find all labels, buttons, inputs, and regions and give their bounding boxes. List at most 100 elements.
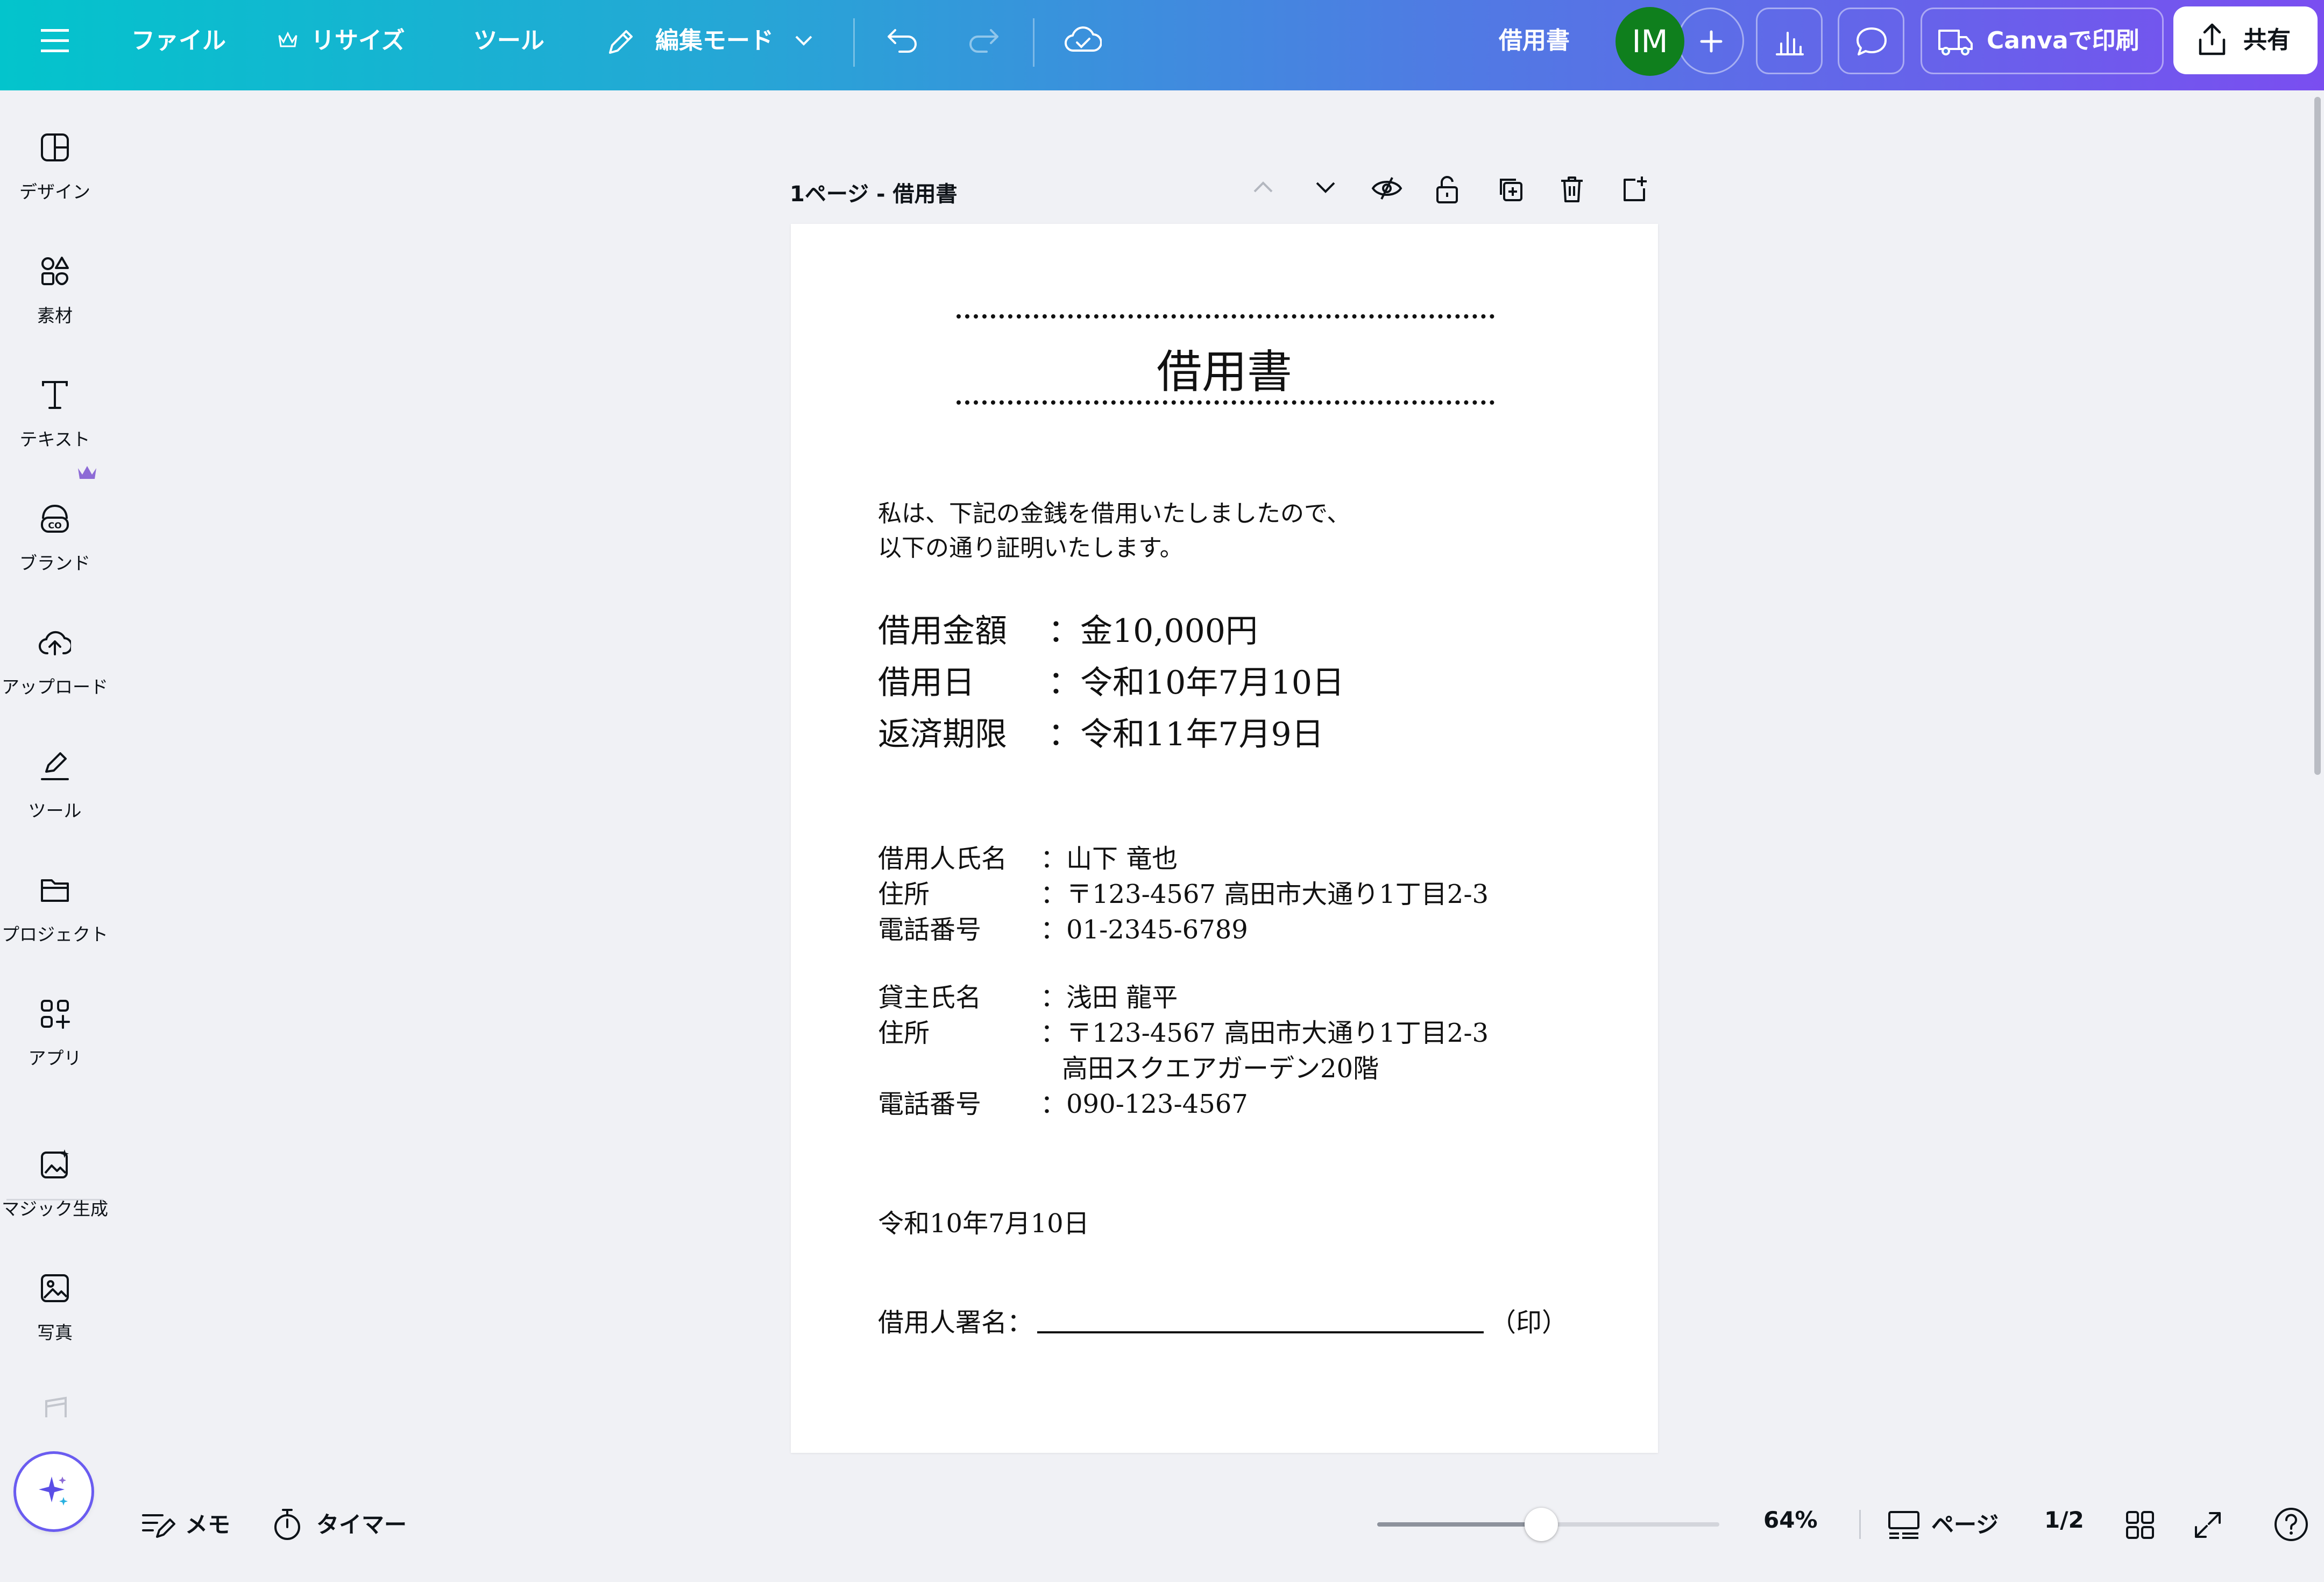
vertical-scrollbar[interactable] [2314,97,2321,775]
sidebar-item-projects[interactable]: プロジェクト [0,874,110,992]
lender-name-label[interactable]: 貸主氏名 [878,976,981,1014]
sidebar-item-elements[interactable]: 素材 [0,255,110,373]
design-icon [41,133,69,161]
magic-media-icon [41,1149,69,1178]
music-icon[interactable] [42,1396,70,1417]
toolbar-divider [1033,18,1035,67]
title-top-border [956,314,1494,319]
document-title[interactable]: 借用書 [1499,0,1570,82]
loan-date-label[interactable]: 借用日 [878,656,975,703]
lender-name-value[interactable]: ：浅田 龍平 [1040,976,1178,1014]
edit-mode-menu[interactable]: 編集モード [655,0,774,82]
seal-label[interactable]: （印） [1490,1301,1568,1339]
chevron-down-icon[interactable] [793,33,814,48]
timer-icon[interactable] [271,1508,303,1541]
lock-icon[interactable] [1434,175,1460,203]
intro-text-line[interactable]: 以下の通り証明いたします。 [878,528,1184,563]
share-upload-icon [2199,23,2226,55]
elements-icon [41,257,69,286]
grid-view-icon[interactable] [2125,1510,2155,1540]
print-label: Canvaで印刷 [1987,27,2139,54]
page-view-icon [1888,1511,1919,1539]
sidebar-item-label: アプリ [28,1048,82,1069]
sidebar-item-design[interactable]: デザイン [0,131,110,250]
zoom-slider-handle[interactable] [1525,1508,1558,1541]
lender-address-value[interactable]: ：〒123-4567 高田市大通り1丁目2-3 [1040,1012,1489,1049]
comments-button[interactable] [1838,8,1904,74]
loan-date-value[interactable]: ：令和10年7月10日 [1048,656,1344,703]
help-icon[interactable] [2273,1507,2309,1542]
document-title-heading[interactable]: 借用書 [791,336,1658,401]
repayment-deadline-value[interactable]: ：令和11年7月9日 [1048,708,1324,755]
folder-icon [41,879,69,902]
sidebar-item-label: 素材 [37,305,73,326]
lender-phone-value[interactable]: ：090-123-4567 [1040,1083,1248,1120]
sidebar-item-apps[interactable]: アプリ [0,998,110,1116]
duplicate-page-icon[interactable] [1497,175,1525,203]
file-menu[interactable]: ファイル [131,0,226,82]
tools-menu[interactable]: ツール [473,0,544,82]
document-date[interactable]: 令和10年7月10日 [878,1202,1089,1240]
notes-icon[interactable] [141,1510,176,1540]
brand-icon: CO [41,504,69,533]
sparkle-icon [39,1477,68,1506]
sidebar-item-label: ブランド [19,553,90,574]
insights-button[interactable] [1756,8,1823,74]
upload-icon [39,631,71,655]
loan-amount-value[interactable]: ：金10,000円 [1048,605,1258,652]
zoom-level[interactable]: 64% [1763,1507,1818,1533]
bar-chart-icon [1776,32,1804,55]
sidebar-item-magic-media[interactable]: マジック生成 [0,1148,110,1267]
truck-icon [1938,30,1973,55]
borrower-name-value[interactable]: ：山下 竜也 [1040,837,1178,875]
loan-amount-label[interactable]: 借用金額 [878,605,1007,652]
bottom-divider [1859,1510,1861,1539]
chevron-up-icon[interactable] [1250,175,1276,199]
borrower-address-value[interactable]: ：〒123-4567 高田市大通り1丁目2-3 [1040,873,1489,910]
page-count[interactable]: 1/2 [2044,1507,2084,1533]
left-sidebar: デザイン 素材 テキスト CO ブランド アップロード ツール プロジェクト ア… [0,90,110,1582]
trash-icon[interactable] [1559,175,1585,203]
title-bottom-border [956,400,1494,405]
print-button[interactable]: Canvaで印刷 [1921,8,2164,74]
document-page[interactable]: 借用書 私は、下記の金銭を借用いたしましたので、 以下の通り証明いたします。 借… [791,224,1658,1453]
lender-address-label[interactable]: 住所 [878,1012,930,1049]
pages-button[interactable]: ページ [1931,1507,1999,1539]
timer-button[interactable]: タイマー [316,1507,407,1539]
sidebar-item-label: アップロード [2,676,108,697]
sidebar-item-draw[interactable]: ツール [0,750,110,868]
notes-button[interactable]: メモ [185,1507,230,1539]
crown-icon [78,466,96,479]
lender-phone-label[interactable]: 電話番号 [878,1083,981,1120]
photo-icon [41,1274,69,1302]
avatar[interactable]: IM [1616,7,1684,76]
resize-menu[interactable]: リサイズ [311,0,405,82]
undo-icon[interactable] [887,27,919,55]
share-button[interactable]: 共有 [2173,6,2318,74]
invite-button[interactable] [1677,8,1744,74]
page-title[interactable]: 1ページ - 借用書 [790,176,958,208]
sidebar-item-label: 写真 [37,1322,73,1343]
redo-icon[interactable] [967,27,1000,55]
borrower-address-label[interactable]: 住所 [878,873,930,910]
hamburger-icon[interactable] [40,27,70,55]
sidebar-item-uploads[interactable]: アップロード [0,626,110,745]
cloud-saved-icon[interactable] [1064,24,1102,56]
borrower-phone-label[interactable]: 電話番号 [878,908,981,946]
borrower-name-label[interactable]: 借用人氏名 [878,837,1007,875]
repayment-deadline-label[interactable]: 返済期限 [878,708,1007,755]
intro-text-line[interactable]: 私は、下記の金銭を借用いたしましたので、 [878,494,1350,528]
share-label: 共有 [2243,26,2291,54]
sidebar-item-label: プロジェクト [2,924,108,945]
sidebar-item-photos[interactable]: 写真 [0,1272,110,1390]
magic-assistant-button[interactable] [16,1454,91,1529]
lender-address-line2[interactable]: 高田スクエアガーデン20階 [1062,1047,1379,1085]
add-page-icon[interactable] [1620,175,1648,203]
zoom-slider-fill [1377,1522,1542,1527]
signature-label[interactable]: 借用人署名： [878,1301,1033,1339]
borrower-phone-value[interactable]: ：01-2345-6789 [1040,908,1248,946]
hide-page-icon[interactable] [1371,175,1403,201]
fullscreen-icon[interactable] [2193,1510,2223,1540]
sidebar-item-brand[interactable]: CO ブランド [0,466,110,621]
chevron-down-icon[interactable] [1313,175,1338,199]
